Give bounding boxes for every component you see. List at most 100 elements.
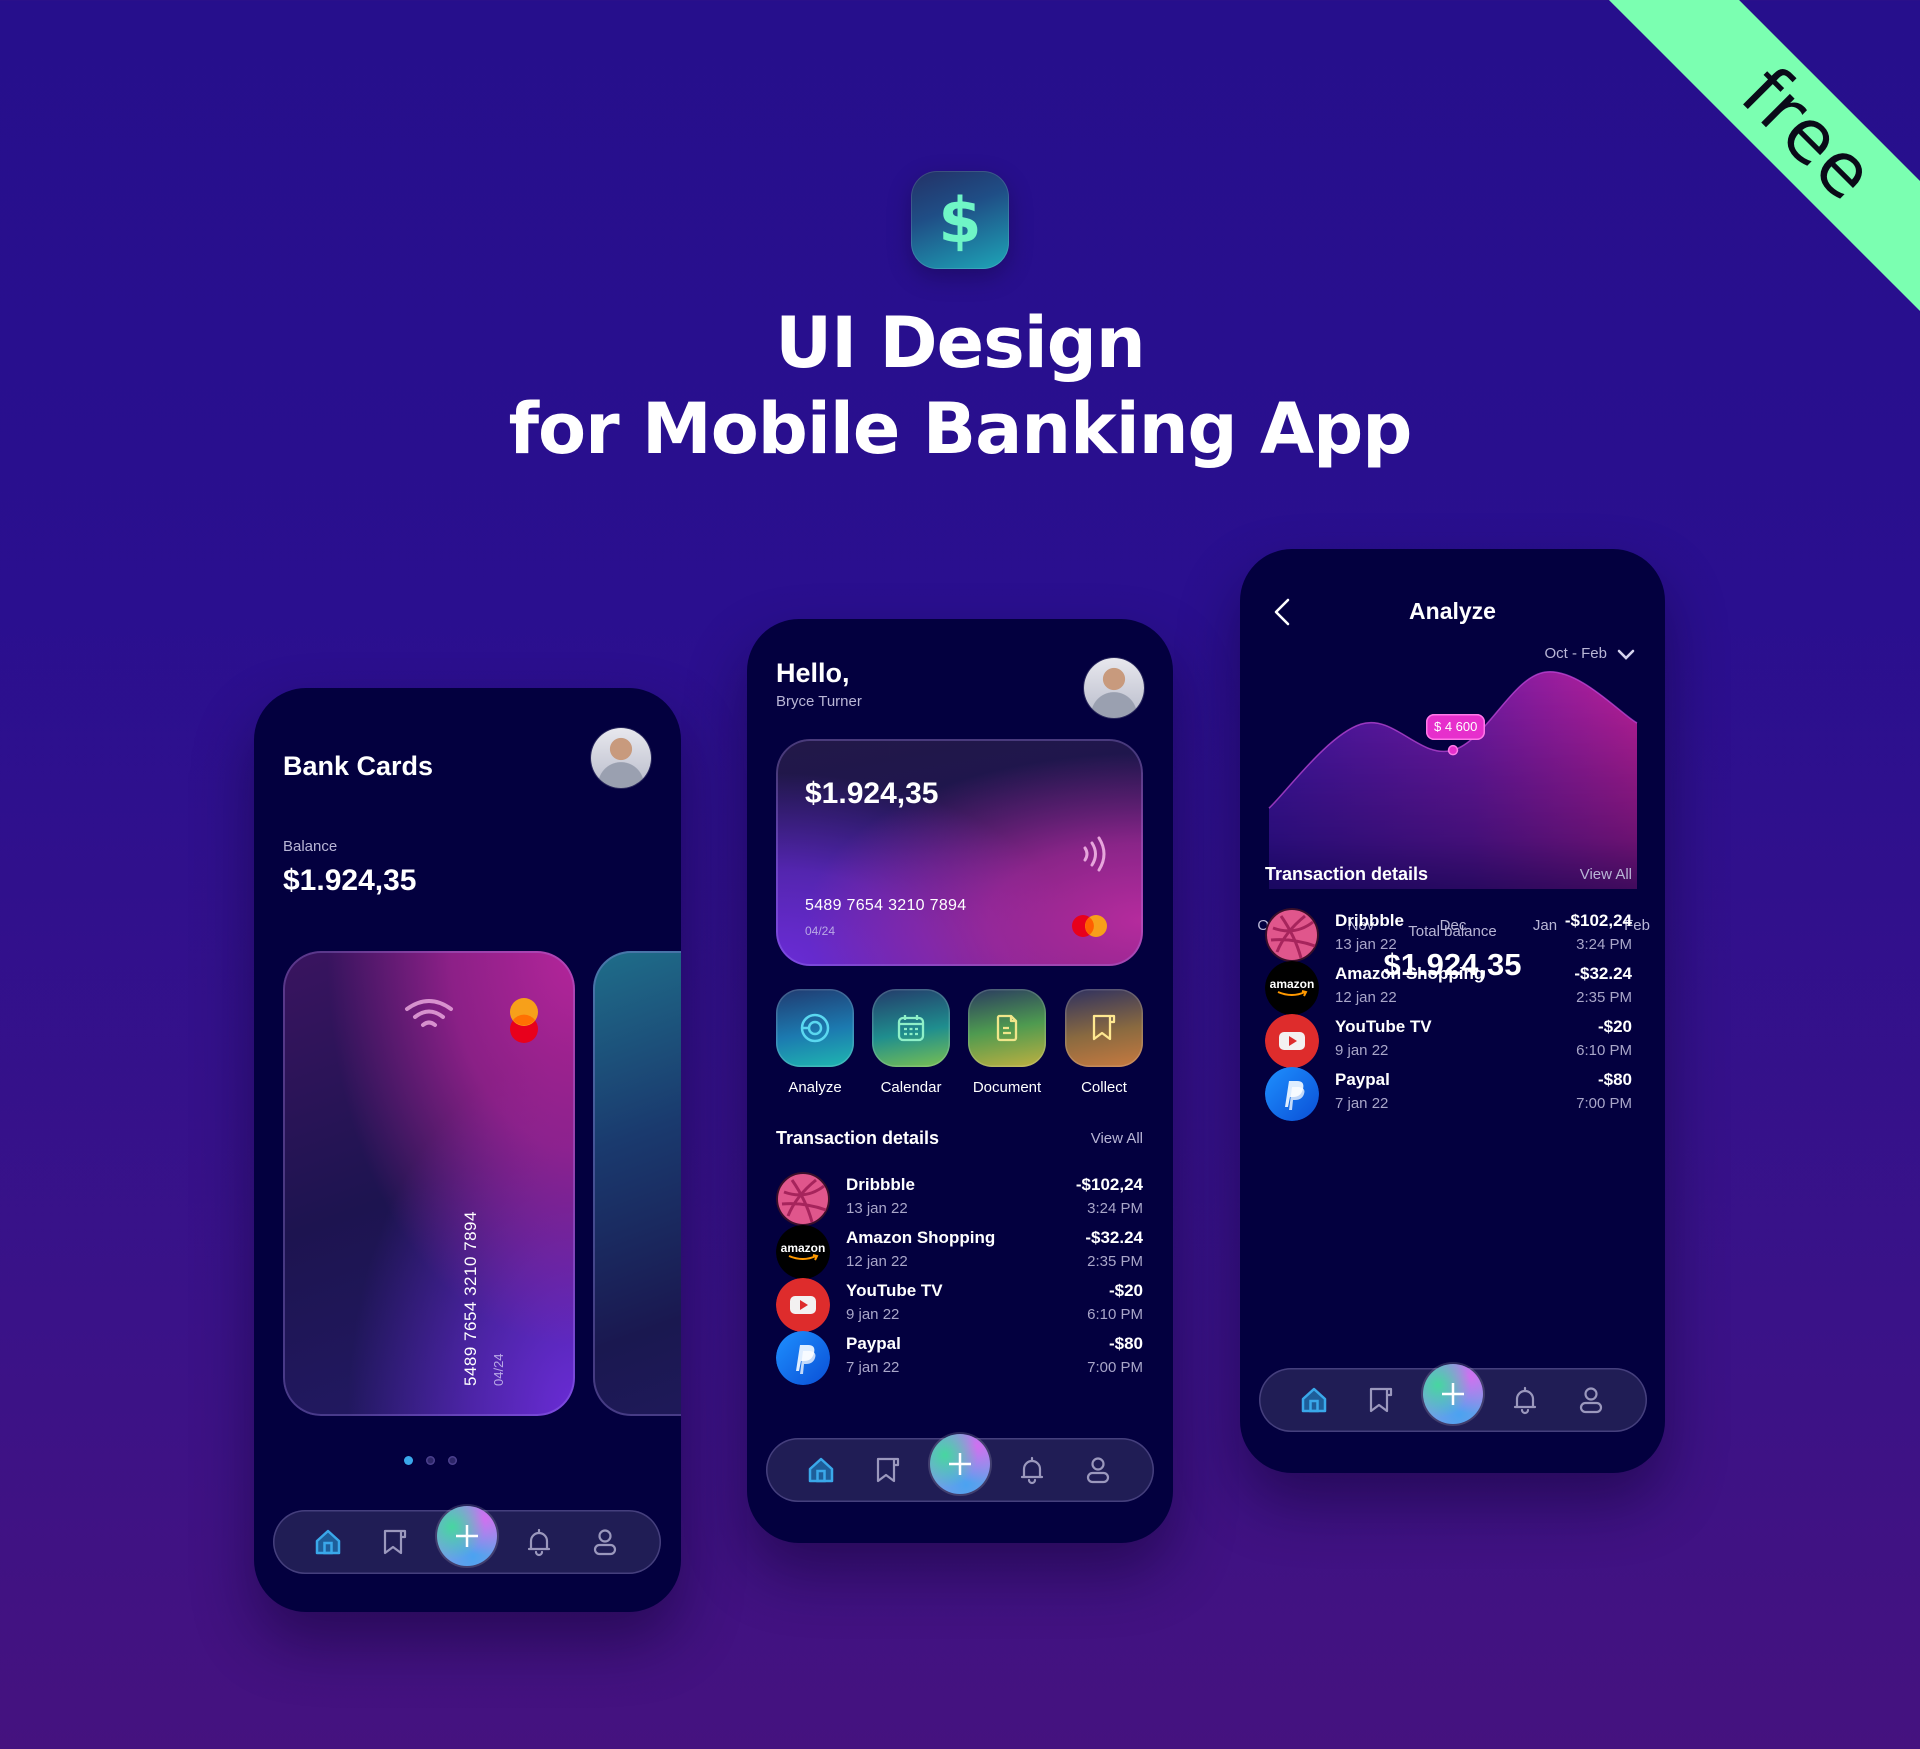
view-all-link[interactable]: View All xyxy=(1091,1130,1143,1147)
paypal-logo-icon xyxy=(776,1331,830,1385)
merchant-logo xyxy=(776,1331,830,1385)
quick-action-collect[interactable]: Collect xyxy=(1065,989,1143,1096)
plus-icon xyxy=(456,1525,478,1547)
transaction-amount: -$80 xyxy=(1597,1070,1632,1089)
card-number: 5489 7654 3210 7894 xyxy=(461,1211,480,1386)
transaction-row[interactable]: Paypal 7 jan 22 -$80 7:00 PM xyxy=(1265,1067,1632,1123)
dollar-icon: $ xyxy=(938,183,982,257)
merchant-name: Paypal xyxy=(846,1334,901,1353)
merchant-name: YouTube TV xyxy=(846,1281,943,1300)
transaction-list: Dribbble 13 jan 22 -$102,24 3:24 PM amazon Am… xyxy=(1265,908,1632,1168)
youtube-logo-icon xyxy=(1265,1014,1319,1068)
bell-icon[interactable] xyxy=(523,1526,555,1558)
quick-action-analyze[interactable]: Analyze xyxy=(776,989,854,1096)
headline-line-2: for Mobile Banking App xyxy=(508,388,1413,470)
carousel-dot[interactable] xyxy=(426,1456,435,1465)
bottom-nav xyxy=(766,1434,1154,1502)
transaction-time: 7:00 PM xyxy=(1576,1095,1632,1112)
wifi-icon xyxy=(405,999,453,1027)
card-balance: $1.924,35 xyxy=(805,777,939,810)
bookmark-icon[interactable] xyxy=(1365,1384,1397,1416)
transaction-time: 3:24 PM xyxy=(1576,936,1632,953)
home-icon[interactable] xyxy=(1298,1384,1330,1416)
transaction-row[interactable]: Dribbble 13 jan 22 -$102,24 3:24 PM xyxy=(776,1172,1143,1228)
merchant-logo xyxy=(1265,1067,1319,1121)
transaction-amount: -$32.24 xyxy=(1085,1228,1143,1247)
view-all-link[interactable]: View All xyxy=(1580,866,1632,883)
calendar-icon xyxy=(897,1015,925,1042)
transaction-amount: -$20 xyxy=(1597,1017,1632,1036)
mastercard-icon xyxy=(1072,915,1107,937)
analyze-icon xyxy=(800,1013,830,1043)
free-label: free xyxy=(1724,50,1892,218)
transaction-date: 9 jan 22 xyxy=(846,1306,900,1323)
transaction-time: 3:24 PM xyxy=(1087,1200,1143,1217)
bank-card[interactable]: 5489 7654 3210 7894 04/24 xyxy=(283,951,575,1416)
transaction-time: 2:35 PM xyxy=(1576,989,1632,1006)
headline-line-1: UI Design xyxy=(775,302,1145,384)
avatar[interactable] xyxy=(591,728,651,788)
transaction-date: 7 jan 22 xyxy=(1335,1095,1389,1112)
phone-analyze: Analyze Oct - Feb OctNovDecJanFeb $ 4 60… xyxy=(1240,549,1665,1473)
transaction-amount: -$32.24 xyxy=(1574,964,1632,983)
home-icon[interactable] xyxy=(805,1454,837,1486)
document-icon xyxy=(996,1014,1018,1042)
quick-action-document[interactable]: Document xyxy=(968,989,1046,1096)
merchant-name: Amazon Shopping xyxy=(846,1228,996,1247)
user-name: Bryce Turner xyxy=(776,693,862,710)
bookmark-icon xyxy=(1092,1014,1116,1041)
carousel-dot-active[interactable] xyxy=(404,1456,413,1465)
chart-tooltip: $ 4 600 xyxy=(1426,714,1486,741)
chart-area xyxy=(1269,671,1637,889)
transaction-row[interactable]: Paypal 7 jan 22 -$80 7:00 PM xyxy=(776,1331,1143,1387)
merchant-name: Paypal xyxy=(1335,1070,1390,1089)
merchant-logo xyxy=(1265,1014,1319,1068)
transaction-list: Dribbble 13 jan 22 -$102,24 3:24 PM amazon Am… xyxy=(776,1172,1143,1432)
transaction-time: 6:10 PM xyxy=(1576,1042,1632,1059)
dribbble-logo-icon xyxy=(776,1172,830,1226)
merchant-name: Dribbble xyxy=(1335,911,1404,930)
transaction-row[interactable]: amazon Amazon Shopping 12 jan 22 -$32.24 2:3… xyxy=(776,1225,1143,1281)
carousel-dot[interactable] xyxy=(448,1456,457,1465)
transaction-row[interactable]: Dribbble 13 jan 22 -$102,24 3:24 PM xyxy=(1265,908,1632,964)
page-title: Analyze xyxy=(1409,598,1496,624)
transaction-time: 2:35 PM xyxy=(1087,1253,1143,1270)
card-expiry: 04/24 xyxy=(805,924,836,938)
phone-bank-cards: Bank Cards Balance $1.924,35 5489 7654 3… xyxy=(254,688,681,1612)
add-button[interactable] xyxy=(930,1434,990,1494)
mastercard-icon xyxy=(510,998,538,1043)
user-icon[interactable] xyxy=(1082,1454,1114,1486)
chart-highlight-point[interactable] xyxy=(1447,744,1459,756)
transaction-amount: -$80 xyxy=(1108,1334,1143,1353)
bookmark-icon[interactable] xyxy=(872,1454,904,1486)
user-icon[interactable] xyxy=(1575,1384,1607,1416)
merchant-logo xyxy=(776,1278,830,1332)
bookmark-icon[interactable] xyxy=(379,1526,411,1558)
section-title: Transaction details xyxy=(1265,864,1429,884)
bank-card[interactable]: $1.924,35 5489 7654 3210 7894 04/24 xyxy=(776,739,1143,966)
card-expiry: 04/24 xyxy=(491,1353,506,1386)
quick-action-label: Collect xyxy=(1081,1079,1127,1096)
transaction-row[interactable]: amazon Amazon Shopping 12 jan 22 -$32.24 2:3… xyxy=(1265,961,1632,1017)
add-button[interactable] xyxy=(437,1506,497,1566)
quick-action-label: Analyze xyxy=(788,1079,842,1096)
transaction-row[interactable]: YouTube TV 9 jan 22 -$20 6:10 PM xyxy=(1265,1014,1632,1070)
bell-icon[interactable] xyxy=(1016,1454,1048,1486)
transaction-date: 9 jan 22 xyxy=(1335,1042,1389,1059)
bank-card-secondary[interactable] xyxy=(593,951,681,1416)
add-button[interactable] xyxy=(1423,1364,1483,1424)
bell-icon[interactable] xyxy=(1509,1384,1541,1416)
bottom-nav xyxy=(273,1506,661,1574)
avatar[interactable] xyxy=(1084,658,1144,718)
plus-icon xyxy=(1442,1383,1464,1405)
transaction-amount: -$102,24 xyxy=(1564,911,1632,930)
home-icon[interactable] xyxy=(312,1526,344,1558)
user-icon[interactable] xyxy=(589,1526,621,1558)
bottom-nav xyxy=(1259,1364,1647,1432)
greeting: Hello, xyxy=(776,658,850,688)
transaction-row[interactable]: YouTube TV 9 jan 22 -$20 6:10 PM xyxy=(776,1278,1143,1334)
merchant-logo: amazon xyxy=(776,1225,830,1279)
quick-action-calendar[interactable]: Calendar xyxy=(872,989,950,1096)
merchant-name: Dribbble xyxy=(846,1175,915,1194)
merchant-name: YouTube TV xyxy=(1335,1017,1432,1036)
